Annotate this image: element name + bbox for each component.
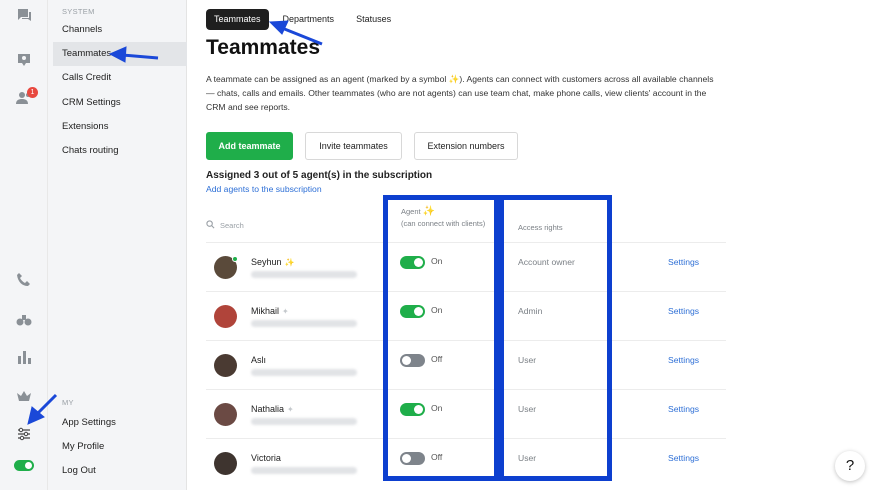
arrow-to-teammates-menu [108,46,159,63]
app-window: 1 SYSTEM Channels Teammates Calls Credit… [0,0,877,490]
help-button[interactable]: ? [835,451,865,481]
arrow-to-sliders-icon [27,393,58,425]
annotation-arrows [27,20,323,425]
arrow-to-teammates-tab [268,20,323,46]
